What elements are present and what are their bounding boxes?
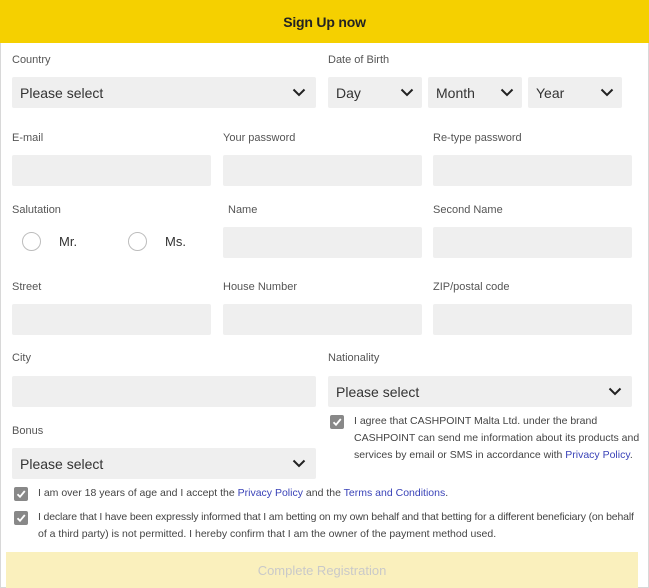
age-consent-pre: I am over 18 years of age and I accept t… bbox=[38, 487, 238, 499]
retype-password-label: Re-type password bbox=[433, 132, 522, 144]
password-field[interactable] bbox=[223, 155, 422, 186]
age-consent-mid: and the bbox=[302, 487, 344, 499]
declaration-line2: of a third party) is not permitted. I he… bbox=[38, 528, 497, 540]
name-label: Name bbox=[228, 204, 258, 216]
privacy-policy-link[interactable]: Privacy Policy bbox=[565, 449, 630, 461]
check-icon bbox=[332, 418, 342, 427]
complete-registration-button[interactable]: Complete Registration bbox=[6, 552, 638, 588]
declaration-checkbox[interactable] bbox=[14, 511, 28, 525]
salutation-ms-label: Ms. bbox=[165, 234, 186, 249]
marketing-consent-line3-end: . bbox=[629, 449, 633, 461]
salutation-label: Salutation bbox=[12, 204, 61, 216]
declaration-line1: I declare that I have been expressly inf… bbox=[38, 511, 634, 523]
form-title: Sign Up now bbox=[283, 13, 366, 30]
country-label: Country bbox=[12, 54, 51, 66]
marketing-consent-line3-text: services by email or SMS in accordance w… bbox=[354, 449, 566, 461]
chevron-down-icon bbox=[600, 86, 614, 100]
check-icon bbox=[16, 490, 26, 499]
retype-password-field[interactable] bbox=[433, 155, 632, 186]
bonus-label: Bonus bbox=[12, 425, 44, 437]
bonus-select-value: Please select bbox=[20, 455, 104, 472]
street-field[interactable] bbox=[12, 304, 211, 335]
salutation-ms-radio[interactable]: Ms. bbox=[128, 232, 186, 251]
salutation-mr-label: Mr. bbox=[59, 234, 78, 249]
name-field[interactable] bbox=[223, 227, 422, 258]
second-name-field[interactable] bbox=[433, 227, 632, 258]
nationality-label: Nationality bbox=[328, 352, 380, 364]
dob-month-value: Month bbox=[436, 84, 475, 101]
form-header: Sign Up now bbox=[0, 0, 649, 43]
age-consent-text: I am over 18 years of age and I accept t… bbox=[38, 485, 448, 502]
marketing-consent-line2: CASHPOINT can send me information about … bbox=[354, 432, 640, 444]
city-field[interactable] bbox=[12, 376, 316, 407]
nationality-select[interactable]: Please select bbox=[328, 376, 632, 407]
country-select[interactable]: Please select bbox=[12, 77, 316, 108]
dob-month-select[interactable]: Month bbox=[428, 77, 522, 108]
password-label: Your password bbox=[223, 132, 296, 144]
marketing-consent-text: I agree that CASHPOINT Malta Ltd. under … bbox=[354, 413, 639, 464]
marketing-consent-line1: I agree that CASHPOINT Malta Ltd. under … bbox=[354, 415, 598, 427]
declaration-text: I declare that I have been expressly inf… bbox=[38, 509, 638, 543]
street-label: Street bbox=[12, 281, 42, 293]
terms-link[interactable]: Terms and Conditions bbox=[344, 487, 446, 499]
city-label: City bbox=[12, 352, 31, 364]
radio-circle-icon bbox=[22, 232, 41, 251]
marketing-consent-line3: services by email or SMS in accordance w… bbox=[354, 447, 639, 464]
dob-year-value: Year bbox=[536, 84, 565, 101]
house-number-label: House Number bbox=[223, 281, 297, 293]
zip-label: ZIP/postal code bbox=[433, 281, 510, 293]
dob-day-value: Day bbox=[336, 84, 361, 101]
second-name-label: Second Name bbox=[433, 204, 503, 216]
radio-circle-icon bbox=[128, 232, 147, 251]
check-icon bbox=[16, 514, 26, 523]
chevron-down-icon bbox=[500, 86, 514, 100]
zip-field[interactable] bbox=[433, 304, 632, 335]
house-number-field[interactable] bbox=[223, 304, 422, 335]
dob-label: Date of Birth bbox=[328, 54, 390, 66]
age-consent-checkbox[interactable] bbox=[14, 487, 28, 501]
privacy-policy-link[interactable]: Privacy Policy bbox=[238, 487, 303, 499]
dob-year-select[interactable]: Year bbox=[528, 77, 622, 108]
chevron-down-icon bbox=[400, 86, 414, 100]
chevron-down-icon bbox=[608, 385, 622, 399]
country-select-value: Please select bbox=[20, 84, 104, 101]
bonus-select[interactable]: Please select bbox=[12, 448, 316, 479]
dob-day-select[interactable]: Day bbox=[328, 77, 422, 108]
nationality-select-value: Please select bbox=[336, 383, 420, 400]
chevron-down-icon bbox=[292, 457, 306, 471]
salutation-mr-radio[interactable]: Mr. bbox=[22, 232, 77, 251]
email-field[interactable] bbox=[12, 155, 211, 186]
email-label: E-mail bbox=[12, 132, 44, 144]
chevron-down-icon bbox=[292, 86, 306, 100]
marketing-consent-checkbox[interactable] bbox=[330, 415, 344, 429]
age-consent-post: . bbox=[445, 487, 449, 499]
